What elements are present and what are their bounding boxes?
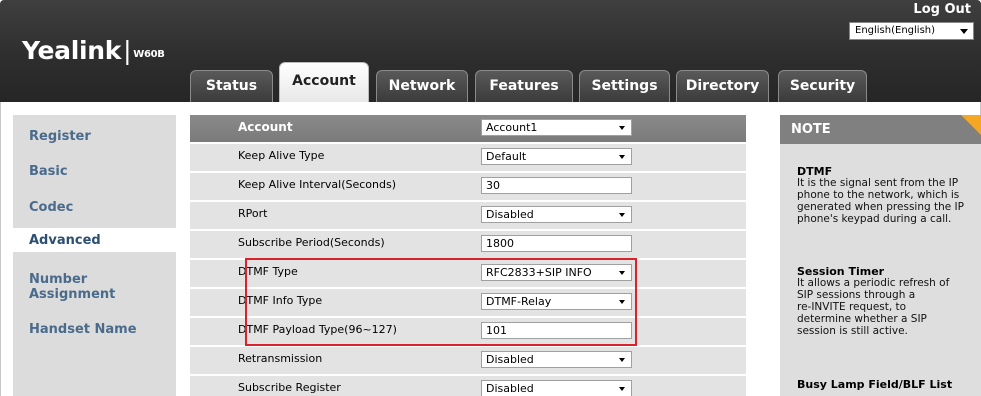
logo-brand: Yealink: [22, 36, 122, 65]
row-label: DTMF Type: [238, 265, 298, 278]
dtmf-info-type-select[interactable]: DTMF-Relay: [481, 293, 632, 310]
sidebar-item-basic[interactable]: Basic: [13, 164, 176, 179]
sidebar-item-advanced[interactable]: Advanced: [13, 228, 176, 252]
row-label: Account: [238, 120, 293, 134]
row-label: DTMF Payload Type(96~127): [238, 323, 397, 336]
rport-select[interactable]: Disabled: [481, 206, 632, 223]
row-label: Subscribe Period(Seconds): [238, 236, 385, 249]
table-row: Subscribe Register Disabled: [190, 376, 746, 396]
logo-model: W60B: [133, 49, 165, 60]
row-label: Keep Alive Interval(Seconds): [238, 178, 397, 191]
subscribe-register-select[interactable]: Disabled: [481, 380, 632, 396]
dtmf-type-select[interactable]: RFC2833+SIP INFO: [481, 264, 632, 281]
retransmission-select[interactable]: Disabled: [481, 351, 632, 368]
table-row: Retransmission Disabled: [190, 347, 746, 374]
table-row: Keep Alive Interval(Seconds) 30: [190, 173, 746, 200]
note-line: phone's keypad during a call.: [797, 213, 952, 225]
note-line: It is the signal sent from the IP: [797, 177, 959, 189]
language-select[interactable]: English(English): [849, 22, 974, 40]
note-line: generated when pressing the IP: [797, 201, 964, 213]
row-label: DTMF Info Type: [238, 294, 323, 307]
note-section-text: It is the signal sent from the IP phone …: [797, 177, 977, 225]
logout-link[interactable]: Log Out: [913, 2, 971, 17]
table-row: DTMF Payload Type(96~127) 101: [190, 318, 746, 345]
row-label: Retransmission: [238, 352, 323, 365]
note-section-text: It allows a periodic refresh of SIP sess…: [797, 277, 977, 337]
sidebar: [13, 115, 176, 396]
table-row: Keep Alive Type Default: [190, 144, 746, 171]
sidebar-item-codec[interactable]: Codec: [13, 200, 176, 215]
dtmf-payload-type-input[interactable]: 101: [481, 322, 632, 339]
tab-features[interactable]: Features: [475, 70, 573, 102]
sidebar-item-number-label: Number: [29, 272, 88, 287]
row-label: Subscribe Register: [238, 381, 341, 394]
logo-separator: |: [123, 36, 132, 65]
table-row: Account Account1: [190, 115, 746, 142]
tab-account[interactable]: Account: [279, 62, 369, 102]
yealink-logo: Yealink| W60B: [22, 36, 165, 65]
note-section-title: Busy Lamp Field/BLF List: [797, 378, 953, 391]
tab-status[interactable]: Status: [190, 70, 273, 102]
note-line: It allows a periodic refresh of: [797, 277, 950, 289]
note-heading: NOTE: [780, 115, 981, 144]
note-corner-flag: [961, 115, 981, 135]
tab-settings[interactable]: Settings: [579, 70, 670, 102]
language-select-value: English(English): [855, 25, 936, 36]
note-panel: [780, 115, 981, 396]
note-line: determine whether a SIP: [797, 313, 927, 325]
subscribe-period-input[interactable]: 1800: [481, 235, 632, 252]
chevron-down-icon: [960, 29, 968, 34]
sidebar-item-register[interactable]: Register: [13, 129, 176, 144]
note-line: session is still active.: [797, 325, 908, 337]
note-line: SIP sessions through a: [797, 289, 916, 301]
table-row: RPort Disabled: [190, 202, 746, 229]
sidebar-item-assignment-label: Assignment: [29, 287, 116, 302]
table-row: DTMF Info Type DTMF-Relay: [190, 289, 746, 316]
tab-security[interactable]: Security: [778, 70, 867, 102]
sidebar-item-handset-name[interactable]: Handset Name: [13, 322, 176, 337]
keep-alive-interval-input[interactable]: 30: [481, 177, 632, 194]
table-row: Subscribe Period(Seconds) 1800: [190, 231, 746, 258]
keep-alive-type-select[interactable]: Default: [481, 148, 632, 165]
tab-network[interactable]: Network: [376, 70, 468, 102]
note-line: re-INVITE request, to: [797, 301, 907, 313]
row-label: RPort: [238, 207, 268, 220]
account-select[interactable]: Account1: [481, 119, 632, 136]
sidebar-item-number-assignment[interactable]: Number Assignment: [13, 272, 176, 302]
row-label: Keep Alive Type: [238, 149, 325, 162]
tab-directory[interactable]: Directory: [676, 70, 769, 102]
table-row: DTMF Type RFC2833+SIP INFO: [190, 260, 746, 287]
note-line: phone to the network, which is: [797, 189, 960, 201]
